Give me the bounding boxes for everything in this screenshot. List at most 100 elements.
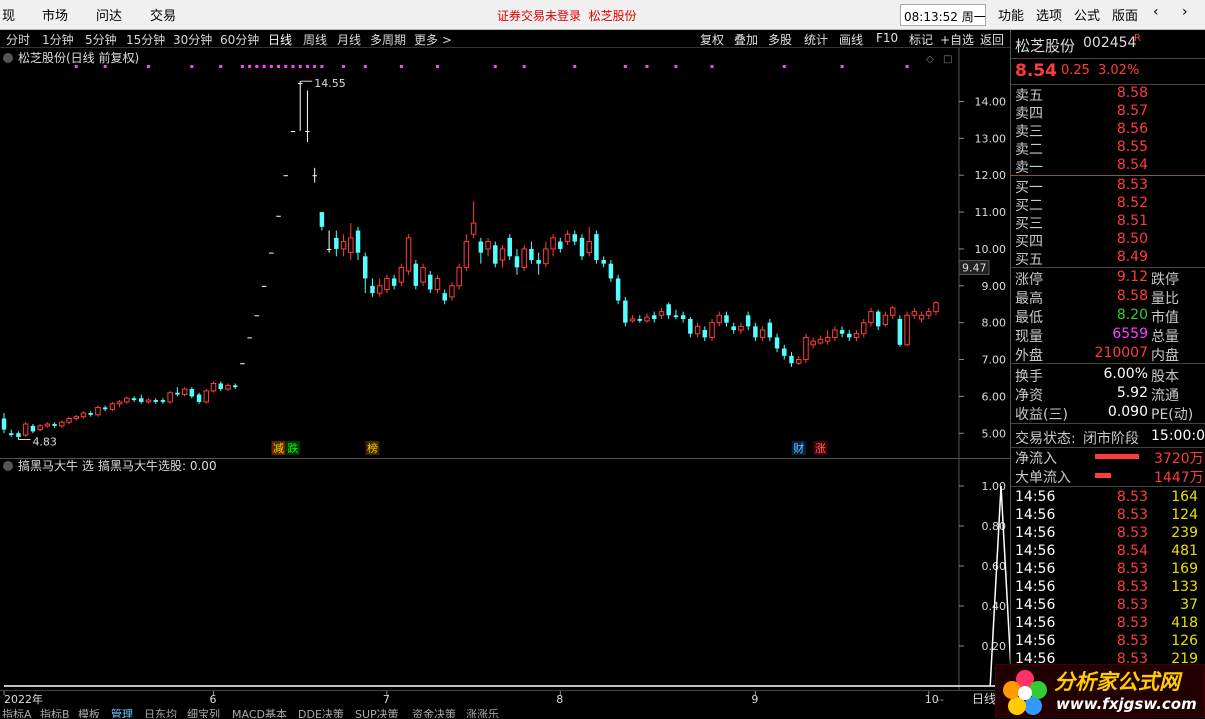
indicator-tabs: 指标A 指标B 模板 管理 日东均 细宝列 MACD基本 DDE决策 SUP决策… — [0, 706, 1010, 718]
signal-dot — [674, 65, 678, 68]
candle-body — [340, 241, 347, 250]
tick-time: 14:56 — [1015, 633, 1056, 649]
tick-time: 14:56 — [1015, 615, 1056, 631]
candle-body — [688, 318, 693, 334]
main-chart-collapse-icon[interactable]: ⌄ — [129, 54, 137, 65]
tab-indicator-a[interactable]: 指标A — [2, 706, 32, 718]
tab-funds[interactable]: 资金决策 — [412, 706, 456, 718]
candle-body — [413, 263, 419, 286]
tab-xibao[interactable]: 细宝列 — [187, 706, 220, 718]
period-tab-60min[interactable]: 60分钟 — [220, 31, 259, 48]
period-tab-month[interactable]: 月线 — [337, 31, 361, 48]
menu-item-options[interactable]: 选项 — [1036, 5, 1062, 24]
month-labels: 2022年67891011 — [3, 691, 939, 706]
candle-body — [124, 397, 130, 403]
candle-body — [218, 383, 223, 390]
period-tab-5min[interactable]: 5分钟 — [85, 31, 117, 48]
menu-item-view[interactable]: 现 — [2, 5, 15, 24]
candle-body — [290, 130, 296, 132]
tick-price: 8.53 — [1116, 597, 1148, 613]
menu-item-function[interactable]: 功能 — [998, 5, 1024, 24]
tool-drawline-button[interactable]: 画线 — [839, 31, 863, 48]
sub-chart-menu-icon[interactable] — [3, 461, 13, 471]
back-arrow-icon[interactable]: ‹ — [1153, 4, 1159, 20]
period-tab-30min[interactable]: 30分钟 — [173, 31, 212, 48]
menu-item-trade[interactable]: 交易 — [150, 5, 176, 24]
main-chart-menu-icon[interactable] — [3, 53, 13, 63]
signal-dot — [522, 65, 526, 68]
candle-body — [312, 175, 317, 177]
current-price-tag: 9.47 — [962, 261, 987, 274]
login-notice[interactable]: 证券交易未登录 松芝股份 — [497, 7, 637, 24]
period-tab-day[interactable]: 日线 — [268, 31, 292, 48]
diamond-icon[interactable]: ◇ — [926, 54, 934, 65]
tab-indicator-b[interactable]: 指标B — [40, 706, 70, 718]
price-labels: 14.55 4.83 9.47 — [18, 77, 990, 449]
close-panel-icon[interactable]: □ — [943, 54, 952, 65]
tool-overlay-button[interactable]: 叠加 — [734, 31, 758, 48]
candle-body — [521, 248, 527, 268]
indicator-chart[interactable]: 0.200.400.600.801.00 搞黑马大牛 选 搞黑马大牛选股: 0.… — [0, 458, 1010, 690]
tool-fuquan-button[interactable]: 复权 — [700, 31, 724, 48]
candle-body — [59, 421, 65, 427]
period-tab-1min[interactable]: 1分钟 — [42, 31, 74, 48]
candle-body — [334, 237, 339, 249]
bigflow-row: 大单流入 1447万 — [1011, 467, 1205, 486]
candle-body — [550, 237, 556, 250]
tick-row: 14:56 8.54 481 — [1011, 543, 1205, 561]
tick-volume: 418 — [1171, 615, 1198, 631]
signal-dot — [905, 65, 909, 68]
tool-mark-button[interactable]: 标记 — [909, 31, 933, 48]
tab-manage[interactable]: 管理 — [111, 706, 133, 718]
candle-body — [44, 423, 51, 427]
period-tab-multi[interactable]: 多周期 — [370, 31, 406, 48]
tab-sup[interactable]: SUP决策 — [355, 706, 399, 718]
candle-body — [420, 266, 426, 283]
period-tab-week[interactable]: 周线 — [303, 31, 327, 48]
bid-row: 买一 8.53 — [1011, 177, 1205, 196]
period-tab-more[interactable]: 更多 > — [414, 31, 452, 48]
candle-body — [680, 315, 686, 319]
candle-body — [442, 293, 447, 301]
tool-multistock-button[interactable]: 多股 — [768, 31, 792, 48]
forward-arrow-icon[interactable]: › — [1182, 4, 1188, 20]
menu-item-layout[interactable]: 版面 — [1112, 5, 1138, 24]
signal-series-line — [4, 485, 1010, 687]
month-label: 6 — [210, 693, 217, 706]
candle-body — [232, 385, 238, 388]
tool-stats-button[interactable]: 统计 — [804, 31, 828, 48]
tick-time: 14:56 — [1015, 525, 1056, 541]
candle-body — [875, 311, 881, 327]
candle-body — [918, 314, 925, 320]
bid-label: 买一 — [1015, 180, 1043, 196]
signal-dot — [190, 65, 194, 68]
book-separator — [1011, 175, 1205, 176]
candle-body — [428, 274, 433, 290]
tick-time: 14:56 — [1015, 489, 1056, 505]
tab-template[interactable]: 模板 — [78, 706, 100, 718]
candle-body — [102, 407, 108, 410]
tool-back-button[interactable]: 返回 — [980, 31, 1004, 48]
period-tab-fenshi[interactable]: 分时 — [6, 31, 30, 48]
trade-status-label: 交易状态: — [1015, 431, 1076, 447]
menu-item-formula[interactable]: 公式 — [1074, 5, 1100, 24]
candle-body — [601, 260, 606, 264]
menu-item-market[interactable]: 市场 — [42, 5, 68, 24]
candle-body — [651, 315, 657, 319]
stat-label-right: 跌停 — [1151, 272, 1179, 288]
candle-body — [175, 392, 180, 395]
tab-daily[interactable]: 日东均 — [144, 706, 177, 718]
menu-item-wenda[interactable]: 问达 — [96, 5, 122, 24]
candlestick-chart[interactable]: 5.00 6.00 7.00 8.00 9.00 10.00 11.00 12.00 13.00… — [0, 48, 1010, 458]
tab-dde[interactable]: DDE决策 — [298, 706, 344, 718]
month-label: 2022年 — [4, 692, 43, 706]
tab-macd[interactable]: MACD基本 — [232, 706, 287, 718]
tool-add-watch-button[interactable]: +自选 — [940, 31, 974, 48]
signal-dot — [291, 65, 295, 68]
tab-zhangzhangle[interactable]: 涨涨乐 — [466, 706, 499, 718]
date-axis-dash: -- — [936, 693, 944, 706]
period-tab-15min[interactable]: 15分钟 — [126, 31, 165, 48]
candle-body — [637, 318, 643, 321]
tool-f10-button[interactable]: F10 — [876, 31, 898, 45]
ask-row: 卖二 8.55 — [1011, 139, 1205, 158]
